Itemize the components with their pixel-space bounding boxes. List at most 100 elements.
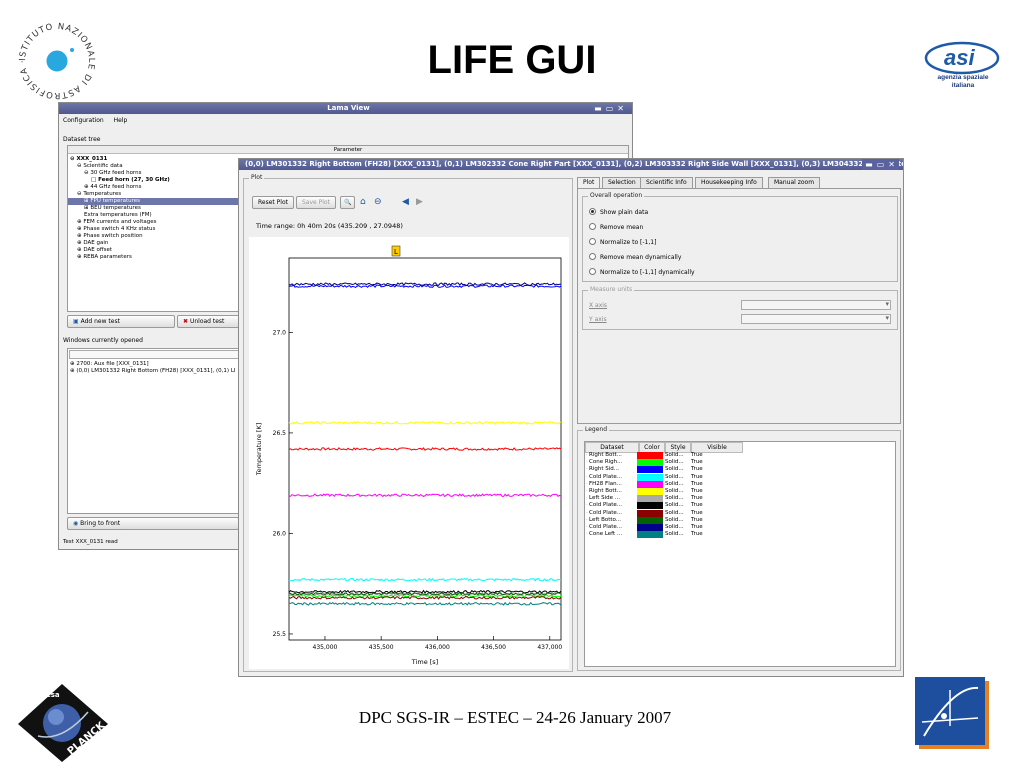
legend-row[interactable]: · Right Bott... Solid... True [585,452,755,459]
reset-plot-button[interactable]: Reset Plot [252,196,294,209]
plot-window-titlebar[interactable]: (0,0) LM301332 Right Bottom (FH28) [XXX_… [239,159,903,170]
legend-visible[interactable]: True [691,466,703,473]
legend-color-swatch[interactable] [637,502,663,510]
legend-visible[interactable]: True [691,459,703,466]
menu-configuration[interactable]: Configuration [63,117,104,124]
tab-selection[interactable]: Selection [602,177,642,188]
asi-logo: asi agenzia spaziale italiana [918,36,1002,98]
tree-node[interactable]: Extra temperatures (FM) [84,212,152,219]
minimize-icon[interactable]: ▬ [865,160,877,169]
tree-node[interactable]: ⊖ Temperatures [77,191,121,198]
legend-color-swatch[interactable] [637,531,663,539]
tree-node[interactable]: □ Feed horn (27, 30 GHz) [91,177,170,184]
legend-visible[interactable]: True [691,517,703,524]
tree-node[interactable]: ⊖ XXX_0131 [70,156,107,163]
legend-row[interactable]: · FH28 Flan... Solid... True [585,480,755,488]
tree-node[interactable]: ⊕ Phase switch position [77,233,143,240]
legend-dataset-name: Left Botto... [589,516,622,523]
unload-test-button[interactable]: ✖ Unload test [177,315,241,328]
legend-color-swatch[interactable] [637,452,663,459]
tab-manual-zoom[interactable]: Manual zoom [768,177,821,188]
legend-row[interactable]: · Cone Left ... Solid... True [585,531,755,539]
x-tick-label: 435,000 [313,644,338,651]
legend-row[interactable]: · Cold Plate... Solid... True [585,524,755,531]
window-item[interactable]: ⊕ (0,0) LM301332 Right Bottom (FH28) [XX… [70,368,236,375]
window-item[interactable]: ⊕ 2700: Aux file [XXX_0131] [70,361,149,368]
bring-to-front-button[interactable]: ◉ Bring to front [67,517,239,530]
x-axis-units-select[interactable] [741,300,891,310]
close-icon[interactable]: ✕ [617,104,628,113]
lama-view-title: Lama View [327,104,370,112]
time-marker[interactable]: L [391,245,401,257]
tree-node[interactable]: ⊕ DAE offset [77,247,112,254]
legend-dataset-name: Right Bott... [589,488,622,494]
forward-arrow-icon[interactable]: ▶ [416,197,423,207]
legend-row[interactable]: · Left Botto... Solid... True [585,516,755,524]
legend-color-swatch[interactable] [637,495,663,503]
tree-node[interactable]: ⊕ DAE gain [77,240,108,247]
tree-node[interactable]: ⊞ FPU temperatures [68,198,239,205]
legend-visible[interactable]: True [691,488,703,495]
save-plot-button[interactable]: Save Plot [296,196,336,209]
close-icon[interactable]: ✕ [888,160,899,169]
tree-node-label: Temperatures [83,191,122,197]
legend-visible[interactable]: True [691,502,703,509]
menu-help[interactable]: Help [114,117,128,124]
temperature-chart[interactable]: 435,000 435,500 436,000 436,500 437,000 25.5 2… [249,237,569,669]
legend-row[interactable]: · Right Sid... Solid... True [585,466,755,474]
legend-color-swatch[interactable] [637,524,663,531]
legend-dataset-name: Cold Plate... [589,502,622,509]
legend-visible[interactable]: True [691,481,703,488]
option-radio[interactable]: Remove mean [589,223,643,232]
y-axis-label: Temperature [K] [255,423,263,477]
legend-row[interactable]: · Cold Plate... Solid... True [585,502,755,510]
pan-icon[interactable]: ⊖ [374,197,382,207]
zoom-icon[interactable]: 🔍 [340,196,356,209]
tree-node[interactable]: ⊖ 30 GHz feed horns [84,170,141,177]
maximize-icon[interactable]: ▭ [877,160,889,169]
tab-housekeeping-info[interactable]: Housekeeping Info [695,177,763,188]
legend-color-swatch[interactable] [637,516,663,524]
x-axis-label-field: X axis [589,302,608,309]
option-radio[interactable]: Normalize to [-1,1] [589,238,656,247]
option-radio[interactable]: Remove mean dynamically [589,253,681,262]
legend-visible[interactable]: True [691,510,703,517]
legend-visible[interactable]: True [691,452,703,459]
tree-node[interactable]: ⊕ Phase switch 4 KHz status [77,226,155,233]
legend-color-swatch[interactable] [637,509,663,517]
legend-visible[interactable]: True [691,474,703,481]
legend-row[interactable]: · Right Bott... Solid... True [585,488,755,495]
option-radio[interactable]: Show plain data [589,208,648,217]
tree-node[interactable]: ⊕ FEM currents and voltages [77,219,156,226]
add-new-test-button[interactable]: ▣ Add new test [67,315,175,328]
legend-row[interactable]: · Cold Plate... Solid... True [585,509,755,517]
legend-color-swatch[interactable] [637,473,663,481]
legend-visible[interactable]: True [691,495,703,502]
parameter-header[interactable]: Parameter [68,146,628,154]
home-icon[interactable]: ⌂ [360,197,366,207]
legend-style: Solid... [665,480,684,487]
maximize-icon[interactable]: ▭ [606,104,618,113]
legend-color-swatch[interactable] [637,466,663,474]
legend-row[interactable]: · Cold Plate... Solid... True [585,473,755,481]
tab-scientific-info[interactable]: Scientific Info [640,177,693,188]
option-radio[interactable]: Normalize to [-1,1] dynamically [589,268,695,277]
tree-node[interactable]: ⊖ Scientific data [77,163,123,170]
tree-node[interactable]: ⊕ REBA parameters [77,254,132,261]
windows-filter-input[interactable] [69,350,244,359]
tree-node-label: FEM currents and voltages [83,219,157,225]
tree-node[interactable]: ⊕ 44 GHz feed horns [84,184,141,191]
lama-view-titlebar[interactable]: Lama View ▬▭✕ [59,103,632,114]
legend-visible[interactable]: True [691,531,703,538]
legend-row[interactable]: · Left Side ... Solid... True [585,495,755,503]
legend-row[interactable]: · Cone Righ... Solid... True [585,459,755,467]
y-axis-units-select[interactable] [741,314,891,324]
minimize-icon[interactable]: ▬ [594,104,606,113]
back-arrow-icon[interactable]: ◀ [402,197,409,207]
legend-color-swatch[interactable] [637,480,663,488]
legend-color-swatch[interactable] [637,488,663,495]
legend-color-swatch[interactable] [637,459,663,467]
tree-node[interactable]: ⊞ BEU temperatures [84,205,141,212]
legend-table[interactable]: Dataset Color Style Visible · Right Bott.… [584,441,896,667]
legend-visible[interactable]: True [691,524,703,531]
